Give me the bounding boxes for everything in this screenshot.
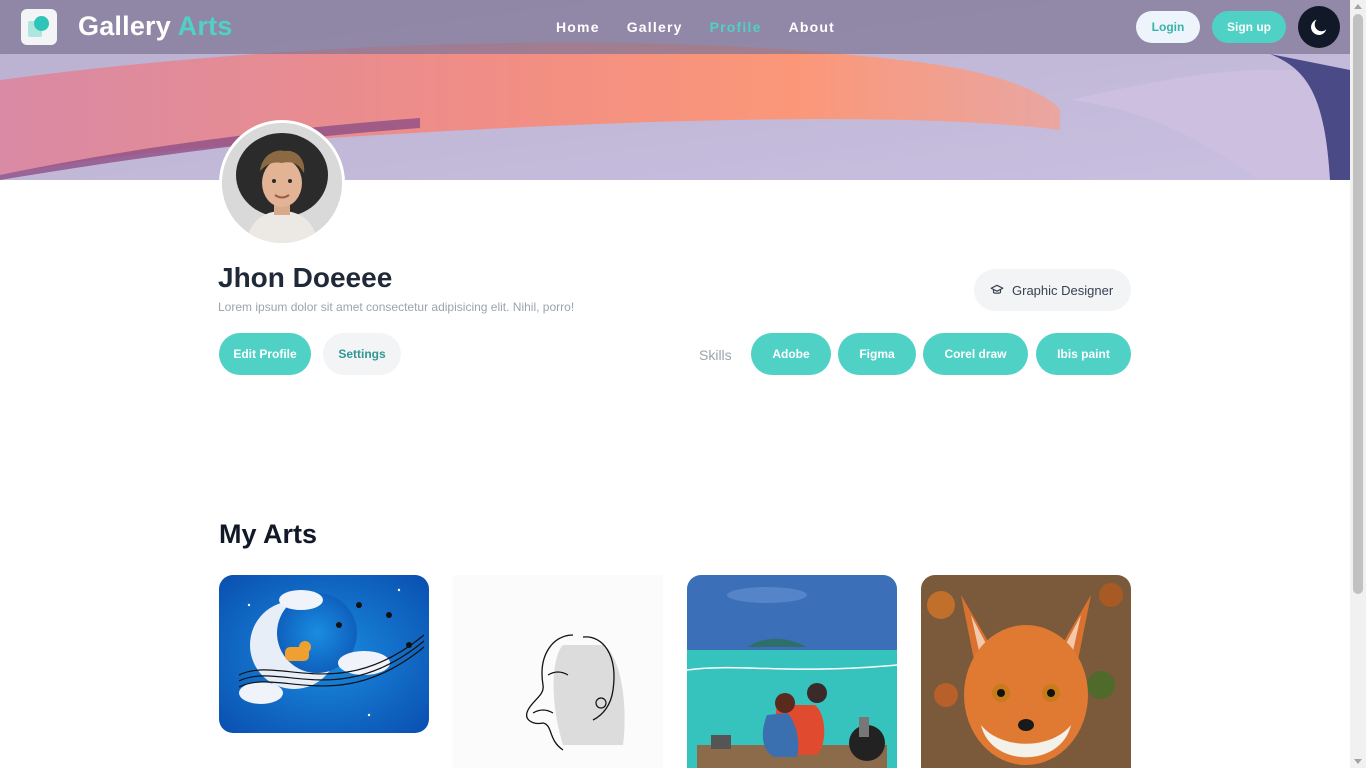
scroll-up-arrow-icon[interactable]	[1354, 4, 1362, 9]
couple-by-sea-art	[687, 575, 897, 768]
brand-main: Gallery	[78, 11, 171, 41]
settings-button[interactable]: Settings	[323, 333, 401, 375]
skill-corel-draw[interactable]: Corel draw	[923, 333, 1028, 375]
role-label: Graphic Designer	[1012, 282, 1114, 298]
nav-link-home[interactable]: Home	[556, 19, 600, 35]
brand-accent: Arts	[177, 11, 233, 41]
fox-portrait-art	[921, 575, 1131, 768]
profile-bio: Lorem ipsum dolor sit amet consectetur a…	[218, 300, 575, 314]
avatar	[219, 120, 345, 246]
role-badge: Graphic Designer	[974, 269, 1131, 311]
art-card-moon-tiger[interactable]	[219, 575, 429, 733]
moon-tiger-music-art	[219, 575, 429, 733]
graduation-cap-icon	[990, 284, 1004, 294]
login-button[interactable]: Login	[1136, 11, 1200, 43]
skill-ibis-paint[interactable]: Ibis paint	[1036, 333, 1131, 375]
my-arts-title: My Arts	[219, 519, 318, 549]
page-scrollbar[interactable]	[1350, 0, 1366, 768]
logo-icon[interactable]	[21, 9, 57, 45]
skill-adobe[interactable]: Adobe	[751, 333, 831, 375]
line-art-face-art	[453, 575, 663, 768]
theme-toggle-button[interactable]	[1298, 6, 1340, 48]
nav-link-about[interactable]: About	[789, 19, 835, 35]
brand-name[interactable]: Gallery Arts	[78, 11, 233, 42]
art-card-line-face[interactable]	[453, 575, 663, 768]
navbar: Gallery Arts Home Gallery Profile About …	[0, 0, 1350, 54]
edit-profile-button[interactable]: Edit Profile	[219, 333, 311, 375]
nav-link-profile[interactable]: Profile	[710, 19, 762, 35]
moon-icon	[1311, 19, 1327, 35]
signup-button[interactable]: Sign up	[1212, 11, 1286, 43]
scroll-down-arrow-icon[interactable]	[1354, 759, 1362, 764]
skills-label: Skills	[699, 347, 732, 363]
scroll-thumb[interactable]	[1353, 14, 1363, 594]
art-card-couple-sea[interactable]	[687, 575, 897, 768]
art-card-fox[interactable]	[921, 575, 1131, 768]
profile-name: Jhon Doeeee	[218, 262, 393, 293]
nav-links: Home Gallery Profile About	[556, 19, 835, 35]
skill-figma[interactable]: Figma	[838, 333, 916, 375]
nav-link-gallery[interactable]: Gallery	[627, 19, 683, 35]
